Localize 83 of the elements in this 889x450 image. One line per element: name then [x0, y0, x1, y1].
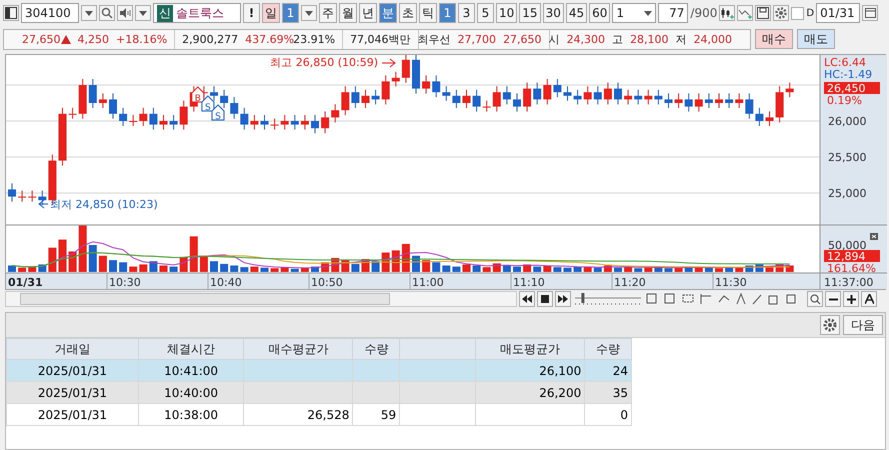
low-price-note: 최저 24,850 (10:23) — [50, 198, 158, 211]
time-tick: 11:00 — [412, 276, 444, 289]
high-price-note: 최고 26,850 (10:59) — [270, 56, 378, 69]
price-tick: 26,000 — [828, 115, 866, 128]
count-max: /900 — [690, 6, 718, 20]
hc-value: HC:-1.49 — [824, 68, 872, 81]
alert-button[interactable]: ! — [243, 3, 260, 23]
interval-select[interactable]: 1 — [612, 3, 656, 23]
sell-marker: S — [201, 95, 214, 113]
market-badge: 신 — [157, 4, 173, 22]
last-volume-badge: 12,894 — [824, 250, 880, 263]
time-tick: 10:50 — [311, 276, 343, 289]
table-cell: 10:38:00 — [138, 404, 244, 426]
stock-name-field[interactable]: 신 솔트룩스 — [153, 3, 241, 23]
time-tick: 11:10 — [513, 276, 545, 289]
open-label: 시 — [548, 32, 560, 46]
column-header: 수량 — [584, 338, 632, 360]
column-header: 수량 — [352, 338, 400, 360]
period-tab[interactable]: 틱 — [419, 3, 437, 23]
column-header: 체결시간 — [138, 338, 244, 360]
price-tick: 25,500 — [828, 151, 866, 164]
period-tab[interactable]: 월 — [339, 3, 357, 23]
period-tab[interactable]: 일 — [262, 3, 280, 23]
interval-tab[interactable]: 10 — [496, 3, 518, 23]
time-tick: 10:40 — [210, 276, 242, 289]
low-price: 24,000 — [694, 32, 732, 46]
volume-value: 2,900,277 — [182, 32, 238, 46]
period-tab[interactable]: 분 — [379, 3, 397, 23]
column-header: 매도평균가 — [476, 338, 585, 360]
table-row[interactable]: 2025/01/31 10:40:00 26,200 35 — [6, 382, 632, 404]
date-label: 01/31 — [8, 276, 43, 289]
low-label: 저 — [676, 32, 687, 46]
high-label: 고 — [612, 32, 624, 46]
best-bid: 27,650 — [503, 32, 542, 46]
interval-tab[interactable]: 30 — [542, 3, 564, 23]
sell-marker: S — [212, 104, 224, 122]
change-rate: +18.16% — [116, 32, 168, 46]
time-tick: 11:30 — [715, 276, 747, 289]
d-label: D — [806, 8, 814, 18]
time-tick: 10:30 — [109, 276, 141, 289]
next-button[interactable]: 다음 — [843, 315, 883, 335]
table-cell: 0 — [584, 404, 632, 426]
best-quote-label: 최우선 — [418, 32, 451, 46]
table-row[interactable]: 2025/01/31 10:41:00 26,100 24 — [6, 360, 632, 382]
trade-amount: 77,046백만 — [350, 32, 411, 46]
current-price: 27,650 — [22, 32, 60, 46]
price-change: 4,250 — [78, 32, 109, 46]
end-time: 11:37:00 — [824, 276, 874, 289]
period-tab[interactable]: 년 — [359, 3, 377, 23]
column-header: 거래일 — [6, 338, 138, 360]
lc-value: LC:6.44 — [824, 56, 866, 69]
open-price: 24,300 — [566, 32, 606, 46]
interval-tab[interactable]: 60 — [589, 3, 610, 23]
interval-tab[interactable]: 1 — [439, 3, 456, 23]
interval-tab[interactable]: 45 — [566, 3, 588, 23]
price-tick: 25,000 — [828, 187, 866, 200]
period-tab[interactable]: 초 — [399, 3, 417, 23]
turnover-rate: 23.91% — [293, 32, 336, 46]
day-count-field[interactable]: 1 — [282, 3, 299, 23]
table-cell: 26,528 — [244, 404, 353, 426]
high-price: 28,100 — [630, 32, 669, 46]
table-cell: 59 — [352, 404, 400, 426]
date-field[interactable]: 01/31 — [816, 3, 860, 23]
period-tab[interactable]: 주 — [319, 3, 337, 23]
buy-button[interactable]: 매수 — [755, 29, 793, 49]
sell-button[interactable]: 매도 — [797, 29, 835, 49]
interval-tab[interactable]: 3 — [458, 3, 475, 23]
best-ask: 27,700 — [458, 32, 496, 46]
last-rate: 0.19% — [827, 94, 862, 107]
column-header: 매수평균가 — [244, 338, 353, 360]
interval-tab[interactable]: 5 — [477, 3, 494, 23]
table-cell: 2025/01/31 — [6, 404, 138, 426]
count-field[interactable]: 77 — [658, 3, 688, 23]
volume-rate: 161.64% — [827, 262, 876, 275]
buy-marker: B — [191, 86, 204, 104]
table-row[interactable]: 2025/01/31 10:38:00 26,528 59 0 — [6, 404, 632, 426]
interval-tab[interactable]: 15 — [519, 3, 541, 23]
stock-name: 솔트룩스 — [176, 4, 224, 22]
volume-rate: 437.69% — [245, 32, 294, 46]
time-tick: 11:20 — [614, 276, 646, 289]
volume-tick: 50,000 — [828, 239, 866, 252]
last-price-badge: 26,450 — [824, 82, 880, 95]
stock-code-field[interactable]: 304100 — [21, 3, 79, 23]
